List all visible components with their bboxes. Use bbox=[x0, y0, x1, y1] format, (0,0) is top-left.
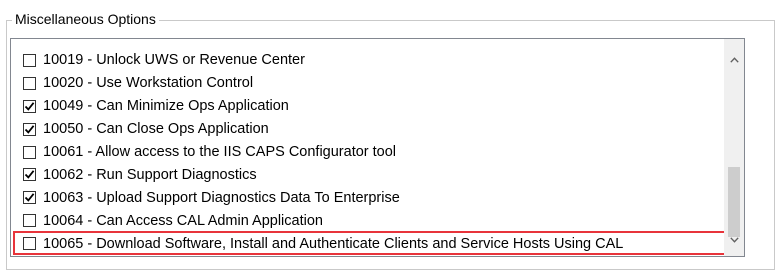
scrollbar-thumb[interactable] bbox=[728, 167, 740, 237]
checkbox[interactable] bbox=[23, 122, 36, 136]
option-10050[interactable]: 10050 - Can Close Ops Application bbox=[11, 118, 724, 141]
option-label: 10065 - Download Software, Install and A… bbox=[43, 235, 624, 252]
option-label: 10019 - Unlock UWS or Revenue Center bbox=[43, 52, 305, 69]
checkbox[interactable] bbox=[23, 237, 36, 251]
option-label: 10020 - Use Workstation Control bbox=[43, 75, 254, 92]
option-label: 10050 - Can Close Ops Application bbox=[43, 121, 269, 138]
scroll-down-arrow-icon[interactable] bbox=[725, 231, 744, 248]
checkbox[interactable] bbox=[23, 191, 36, 205]
option-10064[interactable]: 10064 - Can Access CAL Admin Application bbox=[11, 209, 724, 232]
checkbox[interactable] bbox=[23, 168, 36, 182]
option-label: 10061 - Allow access to the IIS CAPS Con… bbox=[43, 144, 397, 160]
options-checklist[interactable]: 10019 - Unlock UWS or Revenue Center 100… bbox=[10, 38, 745, 257]
option-label: 10064 - Can Access CAL Admin Application bbox=[43, 212, 323, 229]
option-10061[interactable]: 10061 - Allow access to the IIS CAPS Con… bbox=[11, 141, 724, 164]
checkbox[interactable] bbox=[23, 145, 36, 159]
vertical-scrollbar[interactable] bbox=[724, 39, 744, 256]
checkbox[interactable] bbox=[23, 53, 36, 67]
option-label: 10062 - Run Support Diagnostics bbox=[43, 166, 257, 183]
option-10020[interactable]: 10020 - Use Workstation Control bbox=[11, 72, 724, 95]
scroll-up-arrow-icon[interactable] bbox=[725, 51, 744, 68]
options-viewport: 10019 - Unlock UWS or Revenue Center 100… bbox=[11, 39, 724, 256]
checkbox[interactable] bbox=[23, 99, 36, 113]
option-10065[interactable]: 10065 - Download Software, Install and A… bbox=[11, 231, 724, 256]
group-title: Miscellaneous Options bbox=[12, 10, 159, 28]
option-10062[interactable]: 10062 - Run Support Diagnostics bbox=[11, 163, 724, 186]
checkbox[interactable] bbox=[23, 214, 36, 228]
option-label: 10063 - Upload Support Diagnostics Data … bbox=[43, 189, 400, 206]
options-list: 10019 - Unlock UWS or Revenue Center 100… bbox=[11, 49, 724, 256]
option-10049[interactable]: 10049 - Can Minimize Ops Application bbox=[11, 95, 724, 118]
option-10063[interactable]: 10063 - Upload Support Diagnostics Data … bbox=[11, 186, 724, 209]
option-10019[interactable]: 10019 - Unlock UWS or Revenue Center bbox=[11, 49, 724, 72]
option-label: 10049 - Can Minimize Ops Application bbox=[43, 98, 289, 115]
checkbox[interactable] bbox=[23, 76, 36, 90]
